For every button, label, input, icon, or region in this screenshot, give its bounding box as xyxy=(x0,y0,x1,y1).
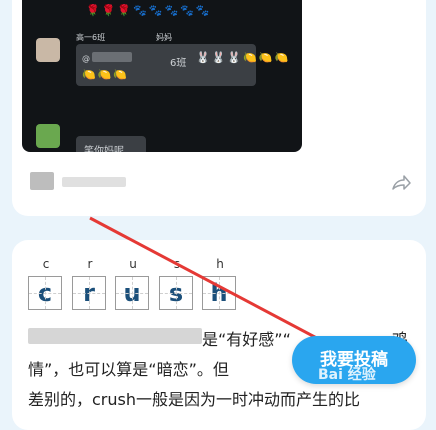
watermark: Bai 经验 xyxy=(318,367,376,383)
